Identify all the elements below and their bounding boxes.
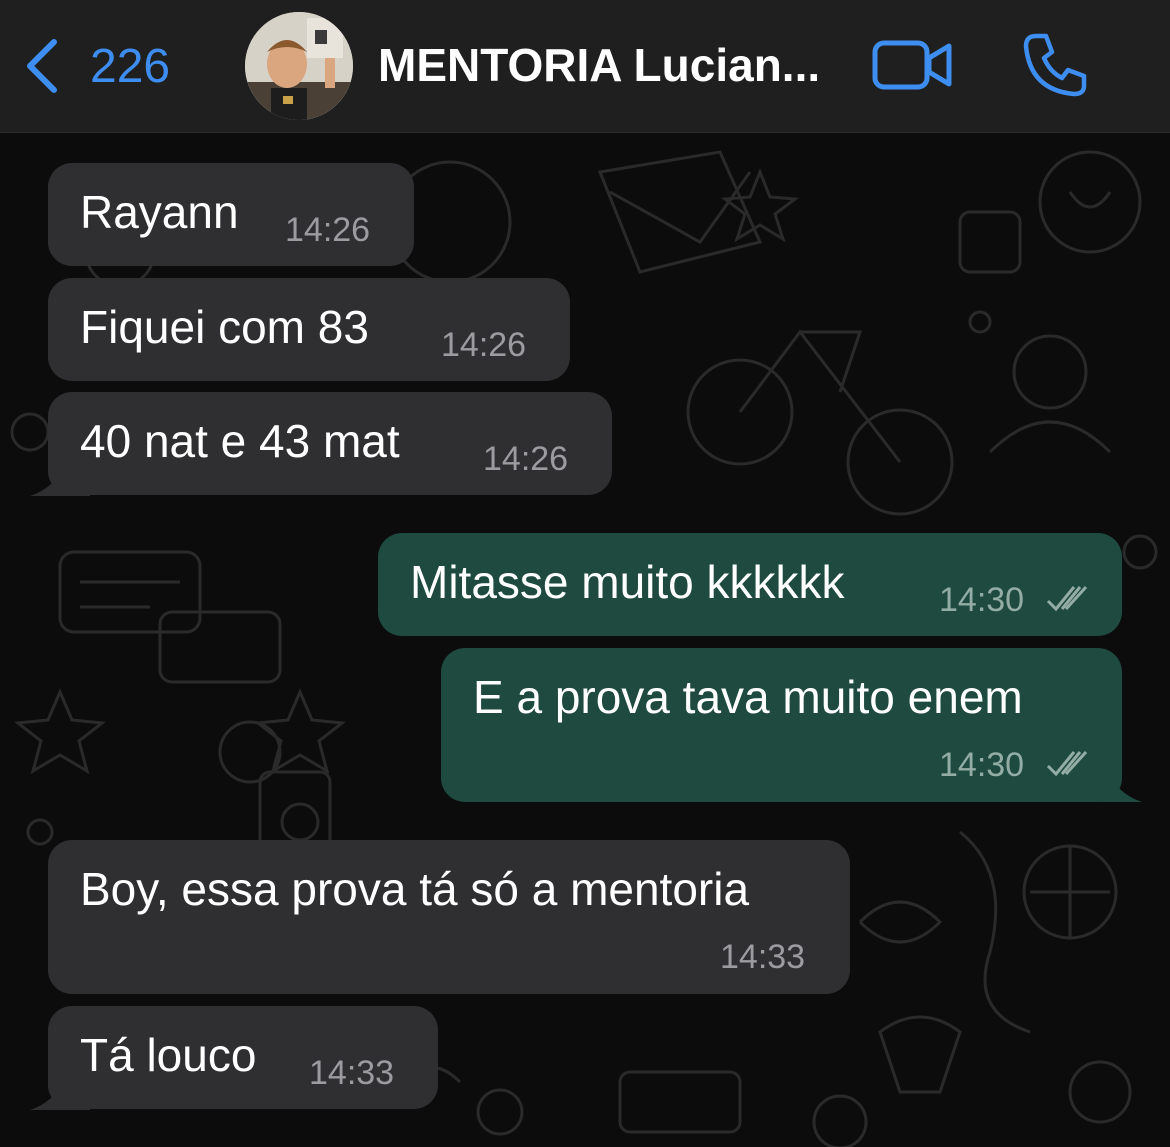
message-bubble-incoming[interactable]: Rayann 14:26 [48, 163, 414, 266]
chat-header: 226 MENTORIA Lucian... [0, 0, 1170, 133]
avatar[interactable] [245, 12, 353, 120]
message-text: Boy, essa prova tá só a mentoria [80, 863, 750, 915]
message-bubble-incoming[interactable]: Fiquei com 83 14:26 [48, 278, 570, 381]
message-time: 14:33 [309, 1054, 395, 1092]
message-text: E a prova tava muito enem [473, 671, 1023, 723]
video-camera-icon [872, 40, 952, 90]
read-receipt-icon [1046, 750, 1088, 777]
back-button[interactable]: 226 [22, 34, 170, 98]
message-bubble-incoming[interactable]: 40 nat e 43 mat 14:26 [48, 392, 612, 495]
voice-call-button[interactable] [1022, 32, 1088, 98]
chat-title[interactable]: MENTORIA Lucian... [378, 38, 820, 92]
message-bubble-incoming[interactable]: Boy, essa prova tá só a mentoria 14:33 [48, 840, 850, 994]
profile-photo [245, 12, 353, 120]
message-text: Tá louco [80, 1029, 257, 1081]
phone-icon [1023, 33, 1087, 97]
message-bubble-outgoing[interactable]: E a prova tava muito enem 14:30 [441, 648, 1122, 802]
video-call-button[interactable] [872, 38, 954, 92]
message-time: 14:30 [939, 581, 1025, 619]
message-time: 14:26 [441, 326, 527, 364]
message-text: Fiquei com 83 [80, 301, 369, 353]
read-receipt-icon [1046, 585, 1088, 612]
message-text: 40 nat e 43 mat [80, 415, 400, 467]
message-text: Mitasse muito kkkkkk [410, 556, 845, 608]
message-time: 14:30 [939, 746, 1025, 784]
message-time: 14:26 [483, 440, 569, 478]
message-time: 14:33 [720, 938, 806, 976]
chevron-left-icon [27, 39, 57, 93]
unread-count: 226 [90, 39, 171, 93]
message-time: 14:26 [285, 211, 371, 249]
message-bubble-outgoing[interactable]: Mitasse muito kkkkkk 14:30 [378, 533, 1122, 636]
message-bubble-incoming[interactable]: Tá louco 14:33 [48, 1006, 438, 1109]
chat-screen: 226 MENTORIA Lucian... Rayann 14:26 Fiqu… [0, 0, 1170, 1147]
message-text: Rayann [80, 186, 239, 238]
